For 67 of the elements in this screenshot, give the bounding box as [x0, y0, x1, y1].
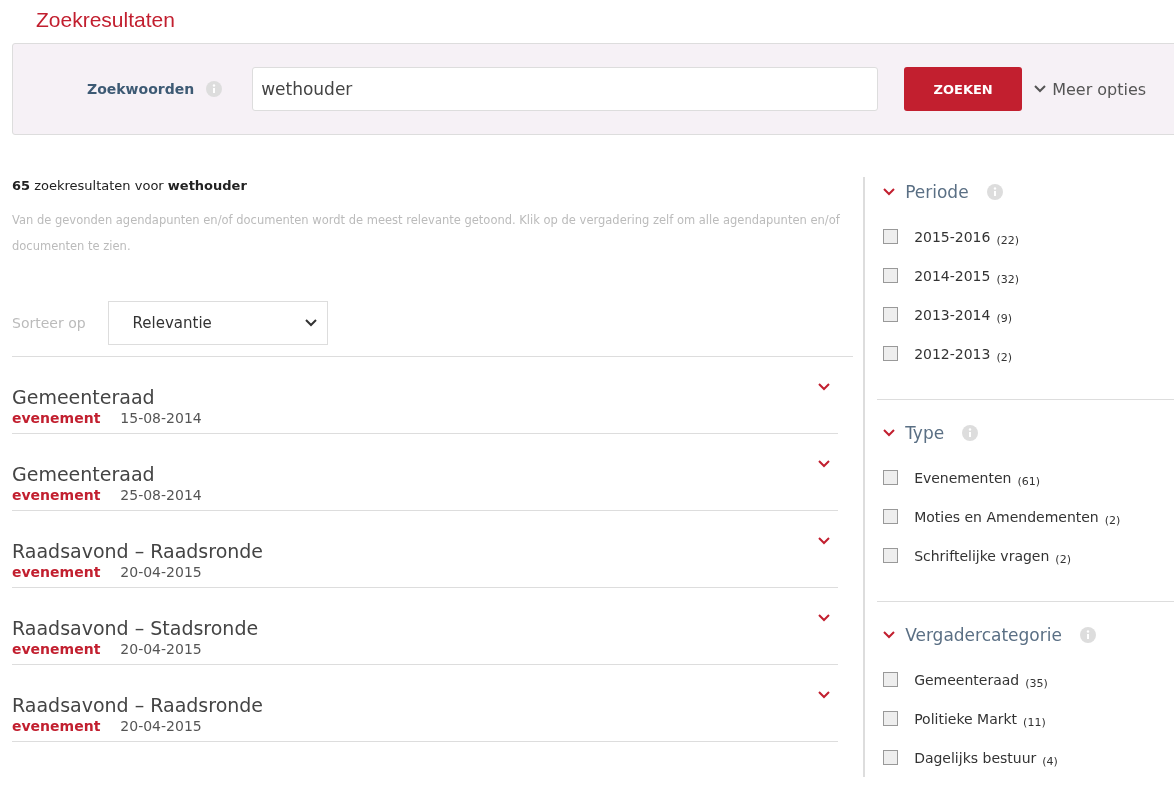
- filter-count: (61): [1017, 475, 1041, 488]
- expand-icon[interactable]: [818, 537, 830, 545]
- filter-option-label: Evenementen: [914, 469, 1012, 486]
- chevron-down-icon[interactable]: [883, 631, 896, 639]
- search-field[interactable]: wethouder: [252, 67, 879, 111]
- page-title: Zoekresultaten: [35, 7, 176, 33]
- results-summary: 65 zoekresultaten voor wethouder: [12, 177, 248, 193]
- filter-option-label: Schriftelijke vragen: [914, 547, 1050, 564]
- chevron-icon: [304, 319, 317, 327]
- filter-count: (2): [1055, 553, 1071, 566]
- filter-option-label: 2014-2015: [914, 267, 991, 284]
- result-date: 20-04-2015: [120, 718, 202, 734]
- result-date: 15-08-2014: [120, 410, 202, 426]
- checkbox[interactable]: [883, 509, 899, 524]
- checkbox[interactable]: [883, 711, 899, 726]
- result-title[interactable]: Gemeenteraad: [12, 386, 155, 408]
- chevron-icon: [1034, 85, 1047, 93]
- result-title[interactable]: Raadsavond – Raadsronde: [12, 540, 264, 562]
- result-date: 20-04-2015: [120, 641, 202, 657]
- filter-count: (32): [996, 273, 1020, 286]
- checkbox[interactable]: [883, 268, 899, 283]
- filter-option-label: Dagelijks bestuur: [914, 749, 1037, 766]
- result-title[interactable]: Raadsavond – Stadsronde: [12, 617, 259, 639]
- filter-count: (11): [1023, 716, 1046, 729]
- expand-icon[interactable]: [818, 691, 830, 699]
- filter-title: Periode: [905, 182, 969, 202]
- search-button[interactable]: ZOEKEN: [904, 67, 1023, 111]
- result-type: evenement: [12, 718, 101, 734]
- checkbox[interactable]: [883, 307, 899, 322]
- result-title[interactable]: Gemeenteraad: [12, 463, 155, 485]
- filter-option-label: Politieke Markt: [914, 710, 1018, 727]
- filter-option-label: Gemeenteraad: [914, 671, 1020, 688]
- checkbox[interactable]: [883, 672, 899, 687]
- search-label: Zoekwoorden: [87, 81, 195, 97]
- filter-count: (2): [996, 351, 1013, 364]
- result-type: evenement: [12, 487, 101, 503]
- result-type: evenement: [12, 410, 101, 426]
- checkbox[interactable]: [883, 470, 899, 485]
- result-title[interactable]: Raadsavond – Raadsronde: [12, 694, 264, 716]
- checkbox[interactable]: [883, 750, 899, 765]
- result-type: evenement: [12, 641, 101, 657]
- filter-option-label: 2012-2013: [914, 345, 991, 362]
- result-date: 25-08-2014: [120, 487, 202, 503]
- filter-option-label: 2015-2016: [914, 228, 991, 245]
- sort-dropdown[interactable]: Relevantie: [107, 301, 328, 345]
- chevron-down-icon[interactable]: [883, 188, 896, 196]
- expand-icon[interactable]: [818, 460, 830, 468]
- checkbox[interactable]: [883, 346, 899, 361]
- filter-option-label: Moties en Amendementen: [914, 508, 1099, 525]
- filter-option-label: 2013-2014: [914, 306, 991, 323]
- chevron-down-icon[interactable]: [883, 429, 896, 437]
- checkbox[interactable]: [883, 229, 899, 244]
- filter-count: (2): [1104, 514, 1121, 527]
- filter-count: (9): [996, 312, 1013, 325]
- filter-title: Type: [905, 423, 945, 443]
- sort-label: Sorteer op: [12, 315, 86, 331]
- filter-count: (4): [1042, 755, 1058, 768]
- expand-icon[interactable]: [818, 383, 830, 391]
- filter-count: (22): [996, 234, 1020, 247]
- results-description: Van de gevonden agendapunten en/of documenten wordt de meest relevante getoond. Klik op de vergadering zelf om alle agendapunten en/of documenten te zien.: [12, 212, 841, 255]
- result-date: 20-04-2015: [120, 564, 202, 580]
- filter-count: (35): [1025, 677, 1048, 690]
- filter-title: Vergadercategorie: [905, 625, 1062, 645]
- result-type: evenement: [12, 564, 101, 580]
- checkbox[interactable]: [883, 548, 899, 563]
- expand-icon[interactable]: [818, 614, 830, 622]
- more-options-link[interactable]: Meer opties: [1034, 79, 1147, 99]
